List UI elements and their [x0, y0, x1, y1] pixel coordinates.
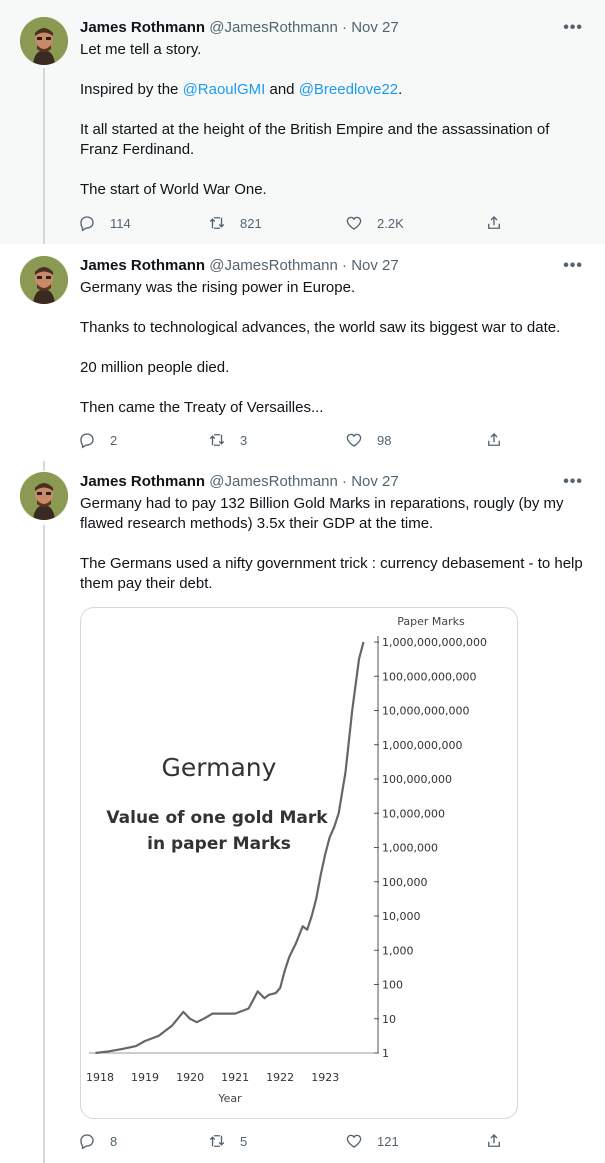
more-icon[interactable]: ••• — [563, 18, 583, 38]
x-tick-label: 1923 — [311, 1071, 339, 1084]
author-name[interactable]: James Rothmann — [80, 257, 205, 274]
tweet-3[interactable]: James Rothmann @JamesRothmann · Nov 27 •… — [0, 461, 605, 1163]
tweet-header: James Rothmann @JamesRothmann · Nov 27 — [80, 473, 399, 490]
thread-line — [43, 68, 45, 244]
reply-icon — [80, 1134, 94, 1150]
tweet-text: The start of World War One. — [80, 181, 267, 198]
share-icon — [488, 433, 500, 446]
chart-svg: Germany Value of one gold Mark in paper … — [86, 615, 487, 1105]
like-button[interactable]: 121 — [345, 1130, 399, 1152]
y-tick-label: 1,000,000,000,000 — [382, 636, 487, 649]
retweet-icon — [209, 217, 225, 229]
retweet-icon — [209, 434, 225, 446]
author-name[interactable]: James Rothmann — [80, 19, 205, 36]
reply-count: 114 — [110, 215, 131, 231]
author-handle[interactable]: @JamesRothmann — [209, 19, 338, 36]
x-tick-label: 1919 — [131, 1071, 159, 1084]
like-icon — [346, 216, 362, 230]
tweet-2[interactable]: James Rothmann @JamesRothmann · Nov 27 •… — [0, 244, 605, 461]
share-icon — [488, 216, 500, 229]
reply-button[interactable]: 114 — [78, 212, 131, 234]
reply-icon — [80, 216, 94, 232]
y-axis-label: Paper Marks — [397, 615, 465, 628]
reply-count: 2 — [110, 432, 118, 448]
retweet-count: 3 — [240, 432, 248, 448]
retweet-icon — [209, 1135, 225, 1147]
chart-subtitle: Value of one gold Mark — [106, 808, 328, 828]
reply-icon — [80, 433, 94, 449]
y-tick-label: 100,000,000,000 — [382, 670, 476, 683]
retweet-button[interactable]: 3 — [208, 429, 247, 451]
y-tick-label: 10,000,000,000 — [382, 705, 469, 718]
avatar[interactable] — [20, 256, 68, 304]
y-tick-label: 10 — [382, 1013, 396, 1026]
mention-link[interactable]: @Breedlove22 — [299, 81, 398, 98]
y-tick-label: 100,000 — [382, 876, 428, 889]
tweet-actions: 8 5 121 — [78, 1130, 508, 1152]
author-handle[interactable]: @JamesRothmann — [209, 257, 338, 274]
share-button[interactable] — [485, 1130, 503, 1152]
thread-line — [43, 525, 45, 1163]
tweet-header: James Rothmann @JamesRothmann · Nov 27 — [80, 19, 399, 36]
tweet-date[interactable]: Nov 27 — [351, 19, 399, 36]
tweet-actions: 2 3 98 — [78, 429, 508, 451]
x-axis-label: Year — [217, 1092, 242, 1105]
thread-line — [43, 461, 45, 471]
more-icon[interactable]: ••• — [563, 256, 583, 276]
x-tick-label: 1922 — [266, 1071, 294, 1084]
share-icon — [488, 1134, 500, 1147]
like-count: 98 — [377, 432, 392, 448]
x-tick-label: 1918 — [86, 1071, 114, 1084]
like-icon — [346, 433, 362, 447]
author-name[interactable]: James Rothmann — [80, 473, 205, 490]
x-tick-label: 1921 — [221, 1071, 249, 1084]
like-button[interactable]: 2.2K — [345, 212, 404, 234]
y-tick-label: 100,000,000 — [382, 773, 452, 786]
tweet-header: James Rothmann @JamesRothmann · Nov 27 — [80, 257, 399, 274]
x-tick-label: 1920 — [176, 1071, 204, 1084]
like-count: 2.2K — [377, 215, 404, 231]
reply-button[interactable]: 2 — [78, 429, 117, 451]
tweet-text: Then came the Treaty of Versailles... — [80, 399, 324, 416]
avatar[interactable] — [20, 472, 68, 520]
mention-link[interactable]: @RaoulGMI — [183, 81, 266, 98]
y-tick-label: 10,000 — [382, 910, 421, 923]
tweet-date[interactable]: Nov 27 — [351, 473, 399, 490]
retweet-button[interactable]: 5 — [208, 1130, 247, 1152]
reply-count: 8 — [110, 1133, 118, 1149]
y-tick-label: 1,000,000 — [382, 842, 438, 855]
y-tick-label: 1,000,000,000 — [382, 739, 462, 752]
tweet-text: 20 million people died. — [80, 359, 230, 376]
tweet-text-mentions: Inspired by the @RaoulGMI and @Breedlove… — [80, 81, 403, 98]
y-tick-label: 1 — [382, 1047, 389, 1060]
chart-image[interactable]: Germany Value of one gold Mark in paper … — [80, 607, 518, 1119]
tweet-text: Germany had to pay 132 Billion Gold Mark… — [80, 495, 564, 532]
y-tick-label: 1,000 — [382, 944, 414, 957]
like-icon — [346, 1134, 362, 1148]
chart-subtitle: in paper Marks — [147, 834, 291, 854]
tweet-actions: 114 821 2.2K — [78, 212, 508, 234]
tweet-1[interactable]: James Rothmann @JamesRothmann · Nov 27 •… — [0, 0, 605, 244]
tweet-text: The Germans used a nifty government tric… — [80, 555, 583, 592]
y-tick-label: 10,000,000 — [382, 807, 445, 820]
y-tick-label: 100 — [382, 979, 403, 992]
retweet-count: 821 — [240, 215, 262, 231]
tweet-text: It all started at the height of the Brit… — [80, 121, 550, 158]
tweet-text: Germany was the rising power in Europe. — [80, 279, 356, 296]
more-icon[interactable]: ••• — [563, 472, 583, 492]
tweet-date[interactable]: Nov 27 — [351, 257, 399, 274]
reply-button[interactable]: 8 — [78, 1130, 117, 1152]
retweet-button[interactable]: 821 — [208, 212, 262, 234]
chart-title: Germany — [162, 753, 277, 782]
share-button[interactable] — [485, 429, 503, 451]
retweet-count: 5 — [240, 1133, 248, 1149]
share-button[interactable] — [485, 212, 503, 234]
tweet-text: Thanks to technological advances, the wo… — [80, 319, 561, 336]
like-count: 121 — [377, 1133, 399, 1149]
like-button[interactable]: 98 — [345, 429, 391, 451]
tweet-text: Let me tell a story. — [80, 41, 202, 58]
author-handle[interactable]: @JamesRothmann — [209, 473, 338, 490]
avatar[interactable] — [20, 17, 68, 65]
